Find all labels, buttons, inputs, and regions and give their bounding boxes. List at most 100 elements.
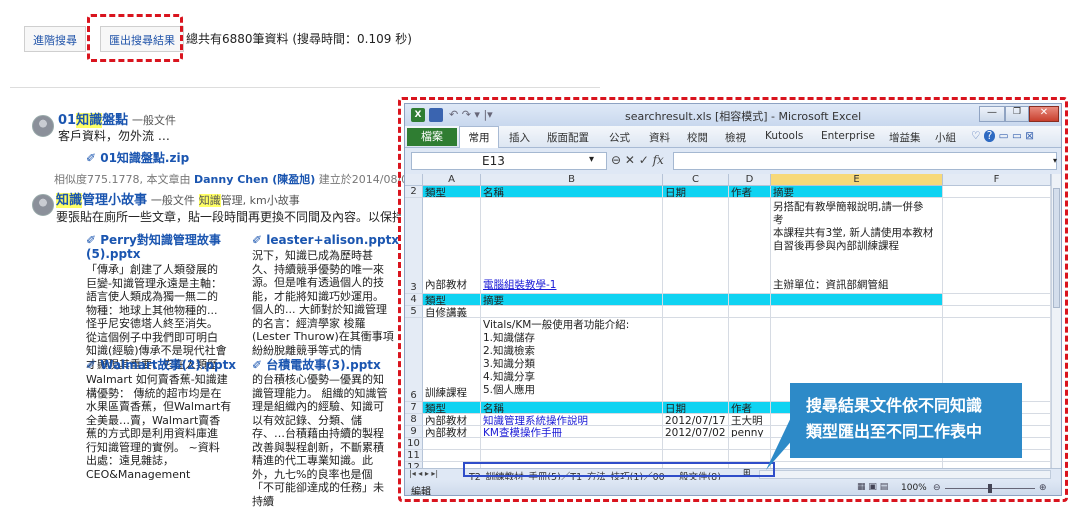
cell-A10[interactable] [423,438,481,450]
cell-B6[interactable]: Vitals/KM一般使用者功能介紹: 1.知識儲存 2.知識檢索 3.知識分類… [481,318,663,402]
cell-E4[interactable] [771,294,943,306]
save-icon[interactable] [429,108,443,122]
name-box[interactable]: E13 [411,152,607,170]
cell-F3[interactable] [943,198,1051,294]
cell-E3[interactable]: 另搭配有教學簡報說明,請一併參 考 本課程共有3堂, 新人請使用本教材 自習後再… [771,198,943,294]
column-header-b[interactable]: B [481,174,663,186]
cell-E5[interactable] [771,306,943,318]
cell-C8[interactable]: 2012/07/17 [663,414,729,426]
cell-A2[interactable]: 類型 [423,186,481,198]
cell-C4[interactable] [663,294,729,306]
cell-A8[interactable]: 內部教材 [423,414,481,426]
row-header[interactable]: 9 [405,426,423,438]
cell-C7[interactable]: 日期 [663,402,729,414]
zoom-level[interactable]: 100% [901,483,927,493]
cell-A9[interactable]: 內部教材 [423,426,481,438]
advanced-search-button[interactable]: 進階搜尋 [24,26,86,52]
tab-file[interactable]: 檔案 [407,128,457,146]
cell-C10[interactable] [663,438,729,450]
cell-D2[interactable]: 作者 [729,186,771,198]
cell-D3[interactable] [729,198,771,294]
attachment-name[interactable]: ✐ Perry對知識管理故事(5).pptx [86,233,246,261]
cell-B10[interactable] [481,438,663,450]
row-header[interactable]: 5 [405,306,423,318]
tab-review[interactable]: 校閱 [687,130,708,145]
formula-input[interactable] [673,152,1057,170]
formula-icons[interactable]: ⊖ ✕ ✓ fx [611,153,664,167]
select-all-corner[interactable] [405,174,423,186]
cell-B9[interactable]: KM查模操作手冊 [481,426,663,438]
sheet-nav-icons[interactable]: |◂ ◂ ▸ ▸| [409,469,438,478]
cell-A5[interactable]: 自修講義 [423,306,481,318]
cell-C2[interactable]: 日期 [663,186,729,198]
cell-C3[interactable] [663,198,729,294]
cell-F2[interactable] [943,186,1051,198]
row-header[interactable]: 6 [405,318,423,402]
result-title-highlight[interactable]: 知識 [76,113,103,128]
cell-C5[interactable] [663,306,729,318]
tab-kutools[interactable]: Kutools [765,130,803,142]
cell-B5[interactable] [481,306,663,318]
column-header-a[interactable]: A [423,174,481,186]
attachment-name[interactable]: ✐ Walmart故事(2).pptx [86,358,246,372]
row-header[interactable]: 11 [405,450,423,462]
cell-D5[interactable] [729,306,771,318]
attachment-name[interactable]: ✐ 台積電故事(3).pptx [252,358,402,372]
cell-A7[interactable]: 類型 [423,402,481,414]
zoom-out-icon[interactable]: ⊖ [933,483,941,493]
tab-home[interactable]: 常用 [459,126,499,148]
cell-B3[interactable]: 電腦組裝教學-1 [481,198,663,294]
cell-C9[interactable]: 2012/07/02 [663,426,729,438]
row-header[interactable]: 4 [405,294,423,306]
column-header-d[interactable]: D [729,174,771,186]
cell-A3[interactable]: 內部教材 [423,198,481,294]
tab-enterprise[interactable]: Enterprise [821,130,875,142]
zoom-in-icon[interactable]: ⊕ [1039,483,1047,493]
cell-F4[interactable] [943,294,1051,306]
cell-C11[interactable] [663,450,729,462]
cell-B4[interactable]: 摘要 [481,294,663,306]
expand-formula-icon[interactable]: ▾ [1053,156,1057,165]
column-header-c[interactable]: C [663,174,729,186]
scroll-thumb[interactable] [1053,188,1060,308]
restore-button[interactable]: ❐ [1005,106,1029,122]
cell-B8[interactable]: 知識管理系統操作說明 [481,414,663,426]
undo-icon[interactable]: ↶ ↷ ▾ |▾ [449,108,493,121]
cell-D4[interactable] [729,294,771,306]
tab-insert[interactable]: 插入 [509,130,530,145]
row-header[interactable]: 10 [405,438,423,450]
result-title[interactable]: 盤點 [102,113,128,128]
help-icon[interactable]: ? [983,130,996,142]
cell-B2[interactable]: 名稱 [481,186,663,198]
column-header-e[interactable]: E [771,174,943,186]
attachment-link[interactable]: ✐ 01知識盤點.zip [86,151,189,166]
tab-team[interactable]: 小組 [935,130,956,145]
namebox-dropdown-icon[interactable]: ▾ [589,154,594,165]
ribbon-icons[interactable]: ♡ ? ▭ ▭ ⊠ [971,130,1034,142]
tab-addins[interactable]: 增益集 [889,130,921,145]
cell-F5[interactable] [943,306,1051,318]
minimize-button[interactable]: — [979,106,1005,122]
result-title-highlight[interactable]: 知識 [56,193,83,208]
result-title[interactable]: 管理小故事 [82,193,147,208]
view-buttons[interactable]: ▦ ▣ ▤ [857,482,888,492]
row-header[interactable]: 3 [405,198,423,294]
meta-author[interactable]: Danny Chen (陳盈旭) [194,173,315,186]
cell-A6[interactable]: 訓練課程 [423,318,481,402]
cell-A4[interactable]: 類型 [423,294,481,306]
tab-page-layout[interactable]: 版面配置 [547,130,589,145]
column-header-f[interactable]: F [943,174,1051,186]
tab-data[interactable]: 資料 [649,130,670,145]
cell-A11[interactable] [423,450,481,462]
attachment-name[interactable]: 01知識盤點.zip [100,151,189,165]
tab-formulas[interactable]: 公式 [609,130,630,145]
vertical-scrollbar[interactable] [1051,174,1061,480]
tab-view[interactable]: 檢視 [725,130,746,145]
cell-B7[interactable]: 名稱 [481,402,663,414]
attachment-name[interactable]: ✐ leaster+alison.pptx [252,233,402,247]
row-header[interactable]: 8 [405,414,423,426]
cell-E2[interactable]: 摘要 [771,186,943,198]
cell-C6[interactable] [663,318,729,402]
row-header[interactable]: 2 [405,186,423,198]
zoom-slider-thumb[interactable] [988,484,992,493]
